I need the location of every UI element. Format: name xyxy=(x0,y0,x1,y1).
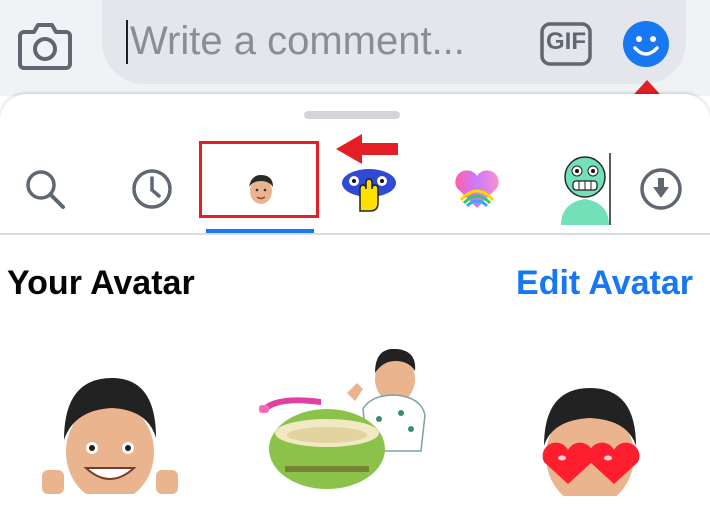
avatar-thumbs-up-sticker[interactable] xyxy=(40,374,180,502)
clock-icon xyxy=(132,169,172,209)
annotation-arrow-left xyxy=(336,134,398,164)
text-caret xyxy=(126,20,128,64)
search-icon xyxy=(26,170,65,209)
gif-button[interactable]: GIF xyxy=(540,22,592,66)
emoji-icon[interactable] xyxy=(622,20,670,68)
hand-waving-sticker-icon xyxy=(342,169,396,212)
comment-box: GIF xyxy=(102,0,686,84)
sticker-tray: Your Avatar Edit Avatar xyxy=(0,94,710,514)
comment-composer: GIF xyxy=(0,0,710,96)
tab-love-stickers[interactable] xyxy=(422,146,532,232)
avatar-heart-eyes-sticker[interactable] xyxy=(530,386,650,506)
tabs-divider xyxy=(0,233,710,235)
tab-download[interactable] xyxy=(606,146,710,232)
gif-label: GIF xyxy=(546,28,586,55)
section-title: Your Avatar xyxy=(7,264,195,302)
download-icon xyxy=(640,168,682,210)
tab-recent[interactable] xyxy=(97,146,207,232)
camera-icon[interactable] xyxy=(14,18,76,74)
edit-avatar-link[interactable]: Edit Avatar xyxy=(516,264,693,303)
comment-input[interactable] xyxy=(130,14,510,68)
drag-handle[interactable] xyxy=(304,111,400,119)
rainbow-heart-icon xyxy=(455,170,499,208)
green-monster-sticker-icon xyxy=(561,153,611,225)
tab-search[interactable] xyxy=(0,146,100,232)
avatar-coconut-drink-sticker[interactable] xyxy=(255,348,445,494)
annotation-highlight-box xyxy=(199,141,319,218)
